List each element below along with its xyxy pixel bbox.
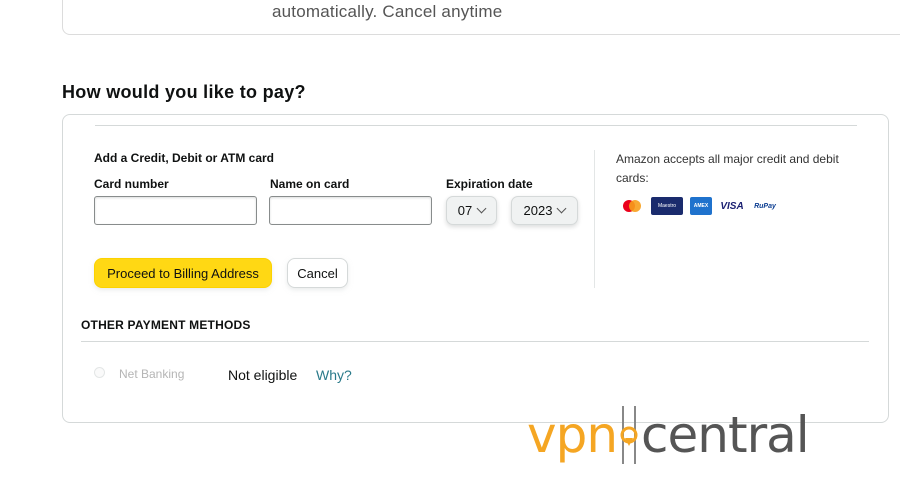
net-banking-label: Net Banking	[119, 367, 185, 381]
name-on-card-label: Name on card	[270, 177, 350, 191]
expiration-date-label: Expiration date	[446, 177, 533, 191]
add-card-title: Add a Credit, Debit or ATM card	[94, 151, 275, 165]
visa-icon: VISA	[719, 197, 745, 215]
maestro-icon: Maestro	[651, 197, 683, 215]
chevron-down-icon	[557, 203, 567, 214]
divider	[95, 125, 857, 126]
net-banking-radio[interactable]	[94, 367, 105, 378]
watermark-part-1: vpn	[527, 406, 618, 464]
name-on-card-input[interactable]	[269, 196, 432, 225]
cancel-button[interactable]: Cancel	[287, 258, 348, 288]
card-number-label: Card number	[94, 177, 169, 191]
expiration-year-select[interactable]: 2023	[511, 196, 578, 225]
month-value: 07	[457, 203, 473, 218]
divider	[81, 341, 869, 342]
accepted-card-logos: Maestro AMEX VISA RuPay	[618, 197, 778, 215]
watermark-part-2: central	[641, 406, 810, 464]
page-title: How would you like to pay?	[62, 82, 306, 102]
subscription-note: automatically. Cancel anytime	[272, 2, 503, 21]
expiration-month-select[interactable]: 07	[446, 196, 497, 225]
vpncentral-watermark: vpn central	[527, 404, 810, 466]
accepted-cards-note: Amazon accepts all major credit and debi…	[616, 152, 839, 185]
mastercard-icon	[618, 197, 644, 215]
card-number-input[interactable]	[94, 196, 257, 225]
rupay-icon: RuPay	[752, 197, 778, 215]
proceed-to-billing-button[interactable]: Proceed to Billing Address	[94, 258, 272, 288]
eligibility-status: Not eligible	[228, 367, 298, 383]
year-value: 2023	[523, 203, 553, 218]
other-payment-methods-heading: OTHER PAYMENT METHODS	[81, 318, 251, 332]
vertical-divider	[594, 150, 595, 288]
chevron-down-icon	[476, 203, 487, 214]
amex-icon: AMEX	[690, 197, 712, 215]
why-link[interactable]: Why?	[316, 367, 352, 383]
watermark-pin-icon	[620, 406, 638, 464]
